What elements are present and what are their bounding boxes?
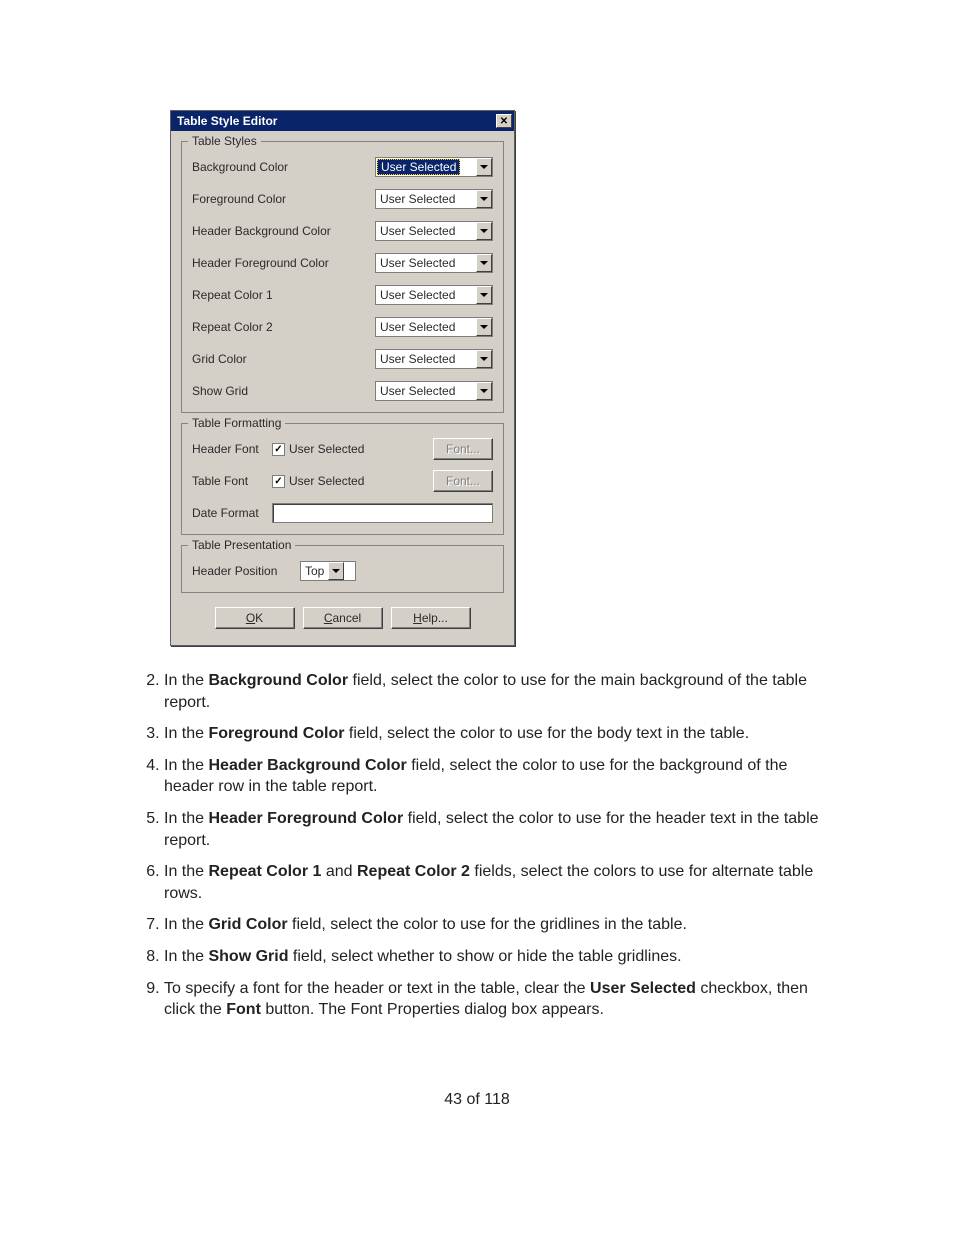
combo-value: User Selected [376,350,476,368]
style-row: Grid ColorUser Selected [192,348,493,370]
dialog-titlebar: Table Style Editor ✕ [171,111,514,131]
instructions-list: In the Background Color field, select th… [120,670,834,1021]
style-combo[interactable]: User Selected [375,253,493,273]
check-icon: ✓ [274,476,282,487]
style-row: Header Foreground ColorUser Selected [192,252,493,274]
chevron-down-icon [332,569,340,573]
instruction-item: In the Repeat Color 1 and Repeat Color 2… [164,861,834,904]
style-row: Header Background ColorUser Selected [192,220,493,242]
ok-button[interactable]: OK [215,607,295,629]
instruction-item: In the Background Color field, select th… [164,670,834,713]
check-icon: ✓ [274,444,282,455]
header-position-label: Header Position [192,564,300,578]
dialog-title: Table Style Editor [177,114,496,128]
style-row-label: Header Foreground Color [192,256,375,270]
table-font-button[interactable]: Font... [433,470,493,492]
table-formatting-group: Table Formatting Header Font ✓ User Sele… [181,423,504,535]
style-combo[interactable]: User Selected [375,285,493,305]
style-row: Repeat Color 1User Selected [192,284,493,306]
header-font-user-selected-checkbox[interactable]: ✓ [272,443,285,456]
chevron-down-icon [480,165,488,169]
chevron-down-icon [480,293,488,297]
style-row: Foreground ColorUser Selected [192,188,493,210]
dialog-body: Table Styles Background ColorUser Select… [171,131,514,645]
table-font-user-selected-checkbox[interactable]: ✓ [272,475,285,488]
style-row-label: Show Grid [192,384,375,398]
combo-value: User Selected [376,254,476,272]
dropdown-button[interactable] [476,190,492,208]
style-combo[interactable]: User Selected [375,157,493,177]
page-footer: 43 of 118 [120,1091,834,1109]
dropdown-button[interactable] [476,350,492,368]
date-format-label: Date Format [192,506,272,520]
instruction-item: In the Grid Color field, select the colo… [164,914,834,936]
instruction-item: In the Show Grid field, select whether t… [164,946,834,968]
group-legend: Table Styles [188,134,261,148]
table-style-editor-dialog: Table Style Editor ✕ Table Styles Backgr… [170,110,515,646]
style-combo[interactable]: User Selected [375,349,493,369]
instruction-item: In the Header Foreground Color field, se… [164,808,834,851]
style-combo[interactable]: User Selected [375,381,493,401]
combo-value: User Selected [376,382,476,400]
header-position-combo[interactable]: Top [300,561,356,581]
dropdown-button[interactable] [476,254,492,272]
chevron-down-icon [480,389,488,393]
style-row: Show GridUser Selected [192,380,493,402]
date-format-input[interactable] [272,503,493,523]
combo-value: User Selected [376,222,476,240]
dropdown-button[interactable] [328,562,344,580]
chevron-down-icon [480,197,488,201]
style-row-label: Header Background Color [192,224,375,238]
style-row-label: Repeat Color 2 [192,320,375,334]
dropdown-button[interactable] [476,382,492,400]
style-combo[interactable]: User Selected [375,317,493,337]
style-combo[interactable]: User Selected [375,221,493,241]
dropdown-button[interactable] [476,222,492,240]
style-row: Repeat Color 2User Selected [192,316,493,338]
close-button[interactable]: ✕ [496,114,512,128]
checkbox-label: User Selected [289,442,364,456]
chevron-down-icon [480,357,488,361]
table-font-label: Table Font [192,474,272,488]
instruction-item: In the Header Background Color field, se… [164,755,834,798]
instruction-item: To specify a font for the header or text… [164,978,834,1021]
instruction-item: In the Foreground Color field, select th… [164,723,834,745]
group-legend: Table Formatting [188,416,285,430]
header-font-button[interactable]: Font... [433,438,493,460]
style-row-label: Grid Color [192,352,375,366]
group-legend: Table Presentation [188,538,295,552]
style-row-label: Foreground Color [192,192,375,206]
dropdown-button[interactable] [476,286,492,304]
dialog-button-row: OK Cancel Help... [181,603,504,637]
style-row: Background ColorUser Selected [192,156,493,178]
combo-value: User Selected [376,318,476,336]
table-styles-group: Table Styles Background ColorUser Select… [181,141,504,413]
table-presentation-group: Table Presentation Header Position Top [181,545,504,593]
help-button[interactable]: Help... [391,607,471,629]
dropdown-button[interactable] [476,318,492,336]
checkbox-label: User Selected [289,474,364,488]
chevron-down-icon [480,229,488,233]
style-row-label: Background Color [192,160,375,174]
dropdown-button[interactable] [476,158,492,176]
header-font-label: Header Font [192,442,272,456]
close-icon: ✕ [500,116,508,127]
combo-value: User Selected [377,159,460,175]
chevron-down-icon [480,325,488,329]
combo-value: User Selected [376,190,476,208]
style-row-label: Repeat Color 1 [192,288,375,302]
chevron-down-icon [480,261,488,265]
style-combo[interactable]: User Selected [375,189,493,209]
combo-value: User Selected [376,286,476,304]
cancel-button[interactable]: Cancel [303,607,383,629]
